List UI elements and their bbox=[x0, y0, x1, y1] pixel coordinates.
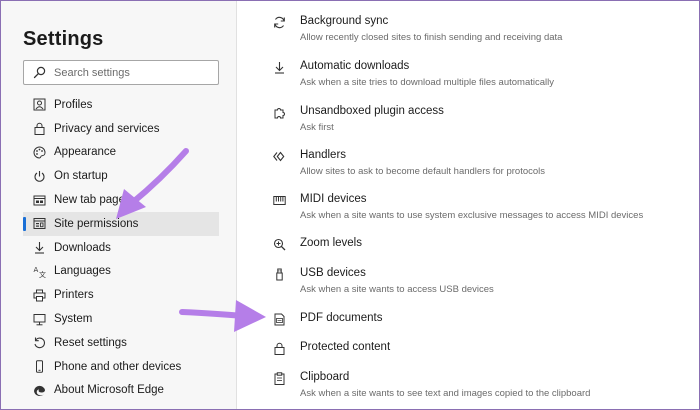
sidebar-item-label: Printers bbox=[54, 289, 94, 302]
permission-description: Allow recently closed sites to finish se… bbox=[300, 32, 563, 43]
sidebar-item-label: Profiles bbox=[54, 98, 93, 111]
permission-title: Handlers bbox=[300, 149, 347, 161]
permission-description: Ask first bbox=[300, 122, 334, 133]
permission-pdf-documents[interactable]: PDF documents bbox=[272, 312, 692, 328]
profile-icon bbox=[32, 98, 46, 112]
sidebar-item-label: Languages bbox=[54, 265, 111, 278]
sidebar-item-downloads[interactable]: Downloads bbox=[23, 236, 219, 260]
power-icon bbox=[32, 169, 46, 183]
permission-title: Protected content bbox=[300, 341, 391, 353]
sidebar-item-about-edge[interactable]: About Microsoft Edge bbox=[23, 379, 219, 403]
sidebar-item-label: Privacy and services bbox=[54, 122, 160, 135]
svg-text:A: A bbox=[33, 266, 38, 274]
permission-usb-devices[interactable]: USB devices Ask when a site wants to acc… bbox=[272, 267, 692, 297]
system-icon bbox=[32, 312, 46, 326]
midi-icon bbox=[272, 193, 286, 207]
svg-text:文: 文 bbox=[39, 270, 46, 278]
permission-title: Unsandboxed plugin access bbox=[300, 105, 444, 117]
download-icon bbox=[272, 60, 286, 74]
page-title: Settings bbox=[23, 28, 104, 50]
permissions-list: Background sync Allow recently closed si… bbox=[238, 1, 699, 409]
sync-icon bbox=[272, 15, 286, 29]
permission-description: Ask when a site wants to see text and im… bbox=[300, 388, 591, 399]
sidebar-item-languages[interactable]: A文 Languages bbox=[23, 260, 219, 284]
permission-unsandboxed-plugin[interactable]: Unsandboxed plugin access Ask first bbox=[272, 105, 692, 135]
search-box[interactable] bbox=[23, 60, 219, 85]
sidebar-item-label: On startup bbox=[54, 170, 108, 183]
permission-title: Zoom levels bbox=[300, 237, 362, 249]
site-permissions-icon bbox=[32, 217, 46, 231]
clipboard-icon bbox=[272, 371, 286, 385]
sidebar-item-label: System bbox=[54, 313, 93, 326]
lock-icon bbox=[32, 122, 46, 136]
search-icon bbox=[33, 66, 46, 79]
permission-clipboard[interactable]: Clipboard Ask when a site wants to see t… bbox=[272, 371, 692, 401]
permission-description: Ask when a site tries to download multip… bbox=[300, 77, 554, 88]
palette-icon bbox=[32, 145, 46, 159]
puzzle-icon bbox=[272, 105, 286, 119]
printer-icon bbox=[32, 288, 46, 302]
edge-icon bbox=[32, 383, 46, 397]
annotation-arrow-site-permissions bbox=[116, 148, 189, 219]
sidebar-nav: Profiles Privacy and services Appearance… bbox=[23, 93, 219, 402]
sidebar-item-phone-devices[interactable]: Phone and other devices bbox=[23, 355, 219, 379]
permission-midi-devices[interactable]: MIDI devices Ask when a site wants to us… bbox=[272, 193, 692, 223]
phone-icon bbox=[32, 360, 46, 374]
permission-background-sync[interactable]: Background sync Allow recently closed si… bbox=[272, 15, 692, 45]
permission-automatic-downloads[interactable]: Automatic downloads Ask when a site trie… bbox=[272, 60, 692, 90]
search-input[interactable] bbox=[54, 66, 204, 79]
handlers-icon bbox=[272, 149, 286, 163]
languages-icon: A文 bbox=[32, 264, 46, 278]
usb-icon bbox=[272, 267, 286, 281]
permission-title: Clipboard bbox=[300, 371, 350, 383]
lock-icon bbox=[272, 341, 286, 355]
sidebar-item-label: Reset settings bbox=[54, 336, 127, 349]
permission-title: MIDI devices bbox=[300, 193, 367, 205]
sidebar-item-privacy[interactable]: Privacy and services bbox=[23, 117, 219, 141]
permission-description: Ask when a site wants to access USB devi… bbox=[300, 284, 494, 295]
download-icon bbox=[32, 241, 46, 255]
new-tab-icon bbox=[32, 193, 46, 207]
sidebar-item-label: About Microsoft Edge bbox=[54, 384, 164, 397]
permission-description: Ask when a site wants to use system excl… bbox=[300, 210, 644, 221]
reset-icon bbox=[32, 336, 46, 350]
permission-title: PDF documents bbox=[300, 312, 383, 324]
permission-zoom-levels[interactable]: Zoom levels bbox=[272, 237, 692, 253]
sidebar-item-profiles[interactable]: Profiles bbox=[23, 93, 219, 117]
permission-handlers[interactable]: Handlers Allow sites to ask to become de… bbox=[272, 149, 692, 179]
permission-protected-content[interactable]: Protected content bbox=[272, 341, 692, 357]
permission-title: Background sync bbox=[300, 15, 389, 27]
permission-title: USB devices bbox=[300, 267, 366, 279]
permission-title: Automatic downloads bbox=[300, 60, 410, 72]
permission-description: Allow sites to ask to become default han… bbox=[300, 166, 546, 177]
sidebar-item-label: Downloads bbox=[54, 241, 111, 254]
sidebar-item-label: Phone and other devices bbox=[54, 360, 182, 373]
annotation-arrow-pdf-documents bbox=[179, 300, 266, 332]
zoom-icon bbox=[272, 237, 286, 251]
pdf-icon bbox=[272, 312, 286, 326]
sidebar-item-label: Appearance bbox=[54, 146, 117, 159]
